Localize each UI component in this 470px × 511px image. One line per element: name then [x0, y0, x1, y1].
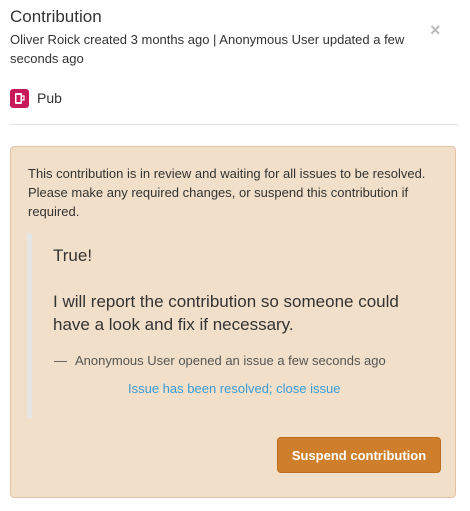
contribution-panel: Contribution Oliver Roick created 3 mont… [0, 0, 470, 511]
issue-comment: True! I will report the contribution so … [53, 244, 413, 336]
quote-dash: — [54, 353, 67, 368]
venue-label: Pub [37, 90, 62, 106]
review-message: This contribution is in review and waiti… [28, 166, 426, 219]
issue-comment-line: True! [53, 246, 93, 265]
page-title: Contribution [10, 7, 102, 26]
contribution-meta: Oliver Roick created 3 months ago | Anon… [10, 32, 405, 66]
review-notice: This contribution is in review and waiti… [10, 146, 456, 498]
issue-author-text: Anonymous User opened an issue a few sec… [75, 353, 386, 368]
close-issue-link[interactable]: Issue has been resolved; close issue [128, 381, 340, 396]
issue-comment-line: I will report the contribution so someon… [53, 292, 399, 334]
issue-footer: — Anonymous User opened an issue a few se… [54, 353, 386, 368]
beer-mug-icon [10, 88, 29, 108]
venue-tag: Pub [10, 88, 62, 108]
close-icon[interactable]: × [430, 21, 444, 39]
suspend-contribution-button[interactable]: Suspend contribution [277, 437, 441, 473]
divider [10, 124, 458, 125]
issue-quote: True! I will report the contribution so … [27, 233, 427, 418]
